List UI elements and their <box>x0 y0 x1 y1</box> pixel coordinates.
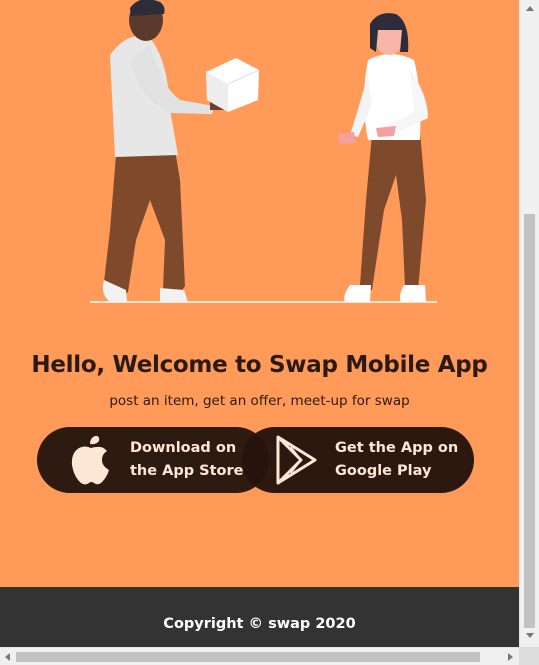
page-viewport: Hello, Welcome to Swap Mobile App post a… <box>0 0 519 647</box>
scroll-right-arrow-icon[interactable] <box>508 653 513 661</box>
scroll-down-arrow-icon[interactable] <box>526 633 534 638</box>
page-footer: Copyright © swap 2020 <box>0 587 519 647</box>
welcome-subtitle: post an item, get an offer, meet-up for … <box>109 393 410 409</box>
horizontal-scrollbar[interactable] <box>0 647 519 665</box>
google-play-icon <box>268 427 324 493</box>
man-figure <box>102 0 232 302</box>
google-play-button[interactable]: Get the App on Google Play <box>242 427 474 493</box>
scroll-up-arrow-icon[interactable] <box>526 6 534 11</box>
scroll-left-arrow-icon[interactable] <box>5 653 10 661</box>
horizontal-scrollbar-thumb[interactable] <box>16 652 480 662</box>
people-exchanging-box-illustration <box>90 0 437 303</box>
app-store-label-line2: the App Store <box>130 463 244 479</box>
google-play-label-line1: Get the App on <box>335 440 459 456</box>
hero-section: Hello, Welcome to Swap Mobile App post a… <box>0 0 519 587</box>
copyright-text: Copyright © swap 2020 <box>163 616 356 632</box>
google-play-label-line2: Google Play <box>335 463 432 479</box>
app-store-label: Download on the App Store <box>130 437 244 483</box>
google-play-label: Get the App on Google Play <box>335 437 458 483</box>
box-icon <box>206 58 260 112</box>
apple-icon <box>63 427 119 493</box>
welcome-title: Hello, Welcome to Swap Mobile App <box>31 352 488 378</box>
vertical-scrollbar[interactable] <box>519 0 539 647</box>
woman-figure <box>338 13 428 302</box>
vertical-scrollbar-thumb[interactable] <box>524 214 535 628</box>
scrollbar-corner <box>519 647 539 665</box>
app-store-button[interactable]: Download on the App Store <box>37 427 269 493</box>
app-store-label-line1: Download on <box>130 440 237 456</box>
